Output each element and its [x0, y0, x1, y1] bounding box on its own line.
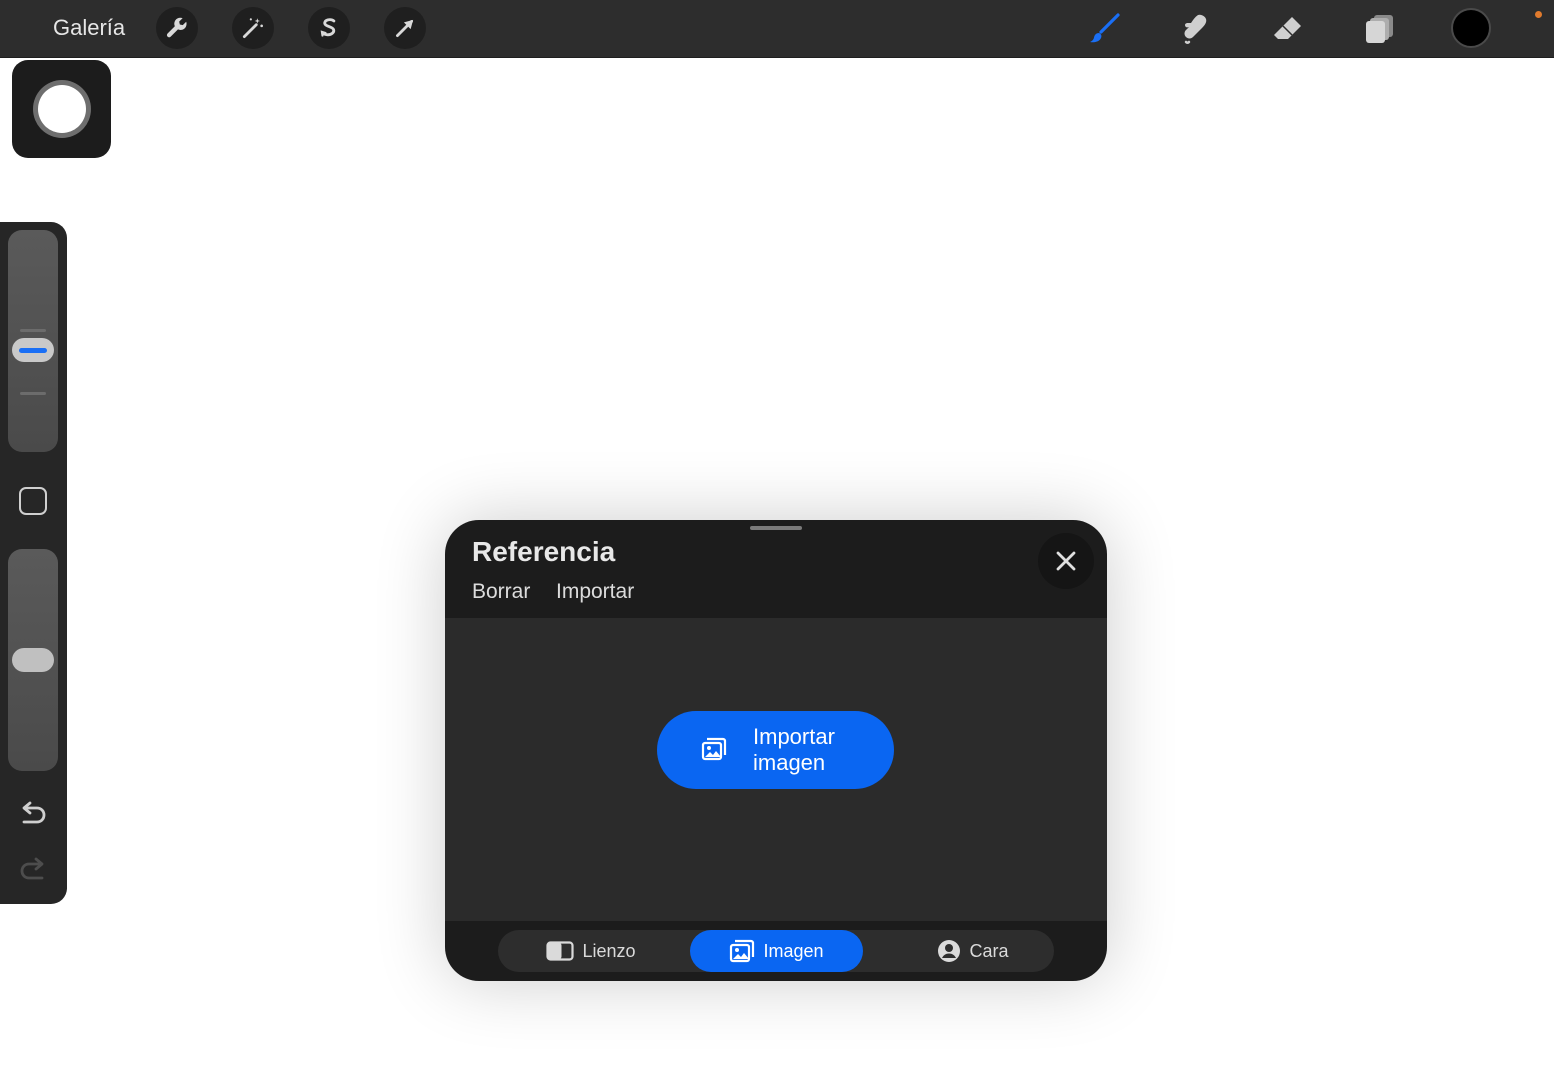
tab-image[interactable]: Imagen — [690, 930, 863, 972]
brush-preview-dot — [37, 85, 86, 133]
opacity-thumb[interactable] — [12, 648, 54, 672]
layers-icon — [1366, 15, 1393, 43]
gallery-button[interactable]: Galería — [53, 15, 125, 41]
image-icon — [701, 737, 727, 761]
paint-button[interactable] — [1084, 9, 1124, 49]
tab-canvas-label: Lienzo — [582, 940, 636, 961]
canvas-icon — [546, 941, 575, 961]
import-image-line1: Importar — [753, 724, 835, 749]
smudge-icon — [1184, 14, 1207, 44]
transform-arrow-icon — [396, 19, 414, 37]
tab-image-label: Imagen — [763, 940, 824, 961]
tab-face-label: Cara — [969, 940, 1009, 961]
window-grabber[interactable] — [750, 526, 802, 530]
thumb-indicator — [19, 347, 47, 353]
tab-face[interactable]: Cara — [918, 930, 1028, 972]
wrench-icon — [166, 17, 187, 38]
modify-button[interactable] — [19, 487, 47, 515]
opacity-slider[interactable] — [8, 549, 58, 771]
transform-button[interactable] — [384, 7, 426, 49]
actions-button[interactable] — [156, 7, 198, 49]
close-icon — [1056, 551, 1076, 571]
color-picker-button[interactable] — [1451, 8, 1491, 48]
brush-preview-ring — [32, 80, 91, 138]
left-sidebar — [0, 222, 67, 904]
eraser-icon — [1274, 17, 1301, 39]
tab-canvas[interactable]: Lienzo — [526, 930, 656, 972]
erase-button[interactable] — [1268, 9, 1308, 49]
magic-wand-icon — [242, 18, 263, 39]
import-image-label: Importar imagen — [753, 724, 873, 776]
close-button[interactable] — [1038, 533, 1094, 589]
brush-icon — [1090, 13, 1120, 43]
top-toolbar: Galería — [0, 0, 1554, 58]
import-image-line2: imagen — [753, 750, 826, 775]
smudge-button[interactable] — [1176, 9, 1216, 49]
undo-icon[interactable] — [16, 798, 50, 832]
slider-tick — [20, 392, 46, 395]
reference-mode-selector: Lienzo Imagen Cara — [498, 930, 1054, 972]
image-tab-icon — [730, 939, 755, 963]
reference-content-area: Importar imagen — [445, 618, 1107, 921]
person-icon — [938, 940, 961, 962]
brush-size-thumb[interactable] — [12, 338, 54, 363]
reference-window[interactable]: Referencia Borrar Importar Importar imag… — [445, 520, 1107, 981]
notification-dot — [1535, 11, 1542, 18]
import-link[interactable]: Importar — [556, 580, 634, 604]
redo-icon[interactable] — [16, 854, 50, 888]
brush-size-preview — [12, 60, 111, 158]
adjustments-button[interactable] — [232, 7, 274, 49]
import-image-button[interactable]: Importar imagen — [657, 711, 894, 789]
layers-button[interactable] — [1360, 9, 1400, 49]
reference-title: Referencia — [472, 536, 616, 567]
selection-button[interactable] — [308, 7, 350, 49]
selection-s-icon — [320, 18, 336, 37]
slider-tick — [20, 329, 46, 332]
clear-button[interactable]: Borrar — [472, 580, 530, 604]
brush-size-slider[interactable] — [8, 230, 58, 452]
